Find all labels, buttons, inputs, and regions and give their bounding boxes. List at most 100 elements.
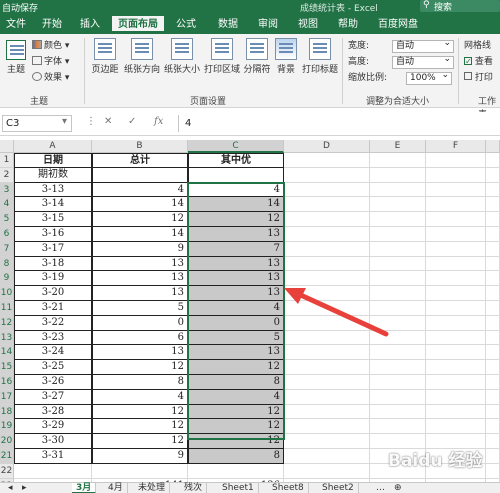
tab-formulas[interactable]: 公式 (170, 16, 202, 33)
cell-c20[interactable]: 12 (188, 434, 284, 449)
cell-a15[interactable]: 3-25 (14, 360, 92, 375)
column-header-e[interactable]: E (370, 140, 426, 153)
cell-d19[interactable] (284, 419, 370, 435)
row-header[interactable]: 8 (0, 256, 14, 272)
cell-a11[interactable]: 3-21 (14, 301, 92, 316)
column-header-b[interactable]: B (92, 140, 188, 153)
row-header[interactable]: 18 (0, 404, 14, 420)
cell-g17[interactable] (486, 389, 500, 405)
insert-function-button[interactable]: fx (154, 116, 163, 127)
cell-c19[interactable]: 12 (188, 419, 284, 435)
cell-g3[interactable] (486, 182, 500, 198)
cell-c5[interactable]: 12 (188, 212, 284, 227)
cell-d1[interactable] (284, 153, 370, 168)
row-header[interactable]: 9 (0, 271, 14, 287)
cell-a22[interactable] (14, 463, 92, 479)
cell-a2[interactable]: 期初数 (14, 167, 92, 183)
tab-file[interactable]: 文件 (2, 16, 30, 33)
cell-a12[interactable]: 3-22 (14, 315, 92, 331)
cell-a9[interactable]: 3-19 (14, 271, 92, 287)
cell-e3[interactable] (370, 182, 426, 198)
cell-a5[interactable]: 3-15 (14, 212, 92, 227)
cell-f11[interactable] (426, 301, 486, 316)
add-sheet-icon[interactable]: ⊕ (390, 483, 406, 493)
cell-e18[interactable] (370, 404, 426, 420)
colors-button[interactable]: 颜色 ▾ (32, 40, 69, 53)
cell-b22[interactable] (92, 463, 188, 479)
row-header[interactable]: 15 (0, 360, 14, 375)
row-header[interactable]: 12 (0, 315, 14, 331)
cell-d13[interactable] (284, 330, 370, 346)
cell-a14[interactable]: 3-24 (14, 345, 92, 361)
cell-f6[interactable] (426, 227, 486, 242)
cell-e21[interactable] (370, 449, 426, 464)
cell-g21[interactable] (486, 449, 500, 464)
cell-g14[interactable] (486, 345, 500, 361)
cell-b14[interactable]: 13 (92, 345, 188, 361)
cancel-icon[interactable]: ✕ (104, 116, 112, 127)
cell-c4[interactable]: 14 (188, 197, 284, 213)
cell-e6[interactable] (370, 227, 426, 242)
cell-f18[interactable] (426, 404, 486, 420)
cell-c3[interactable]: 4 (188, 182, 284, 198)
cell-e5[interactable] (370, 212, 426, 227)
cell-e12[interactable] (370, 315, 426, 331)
cell-g8[interactable] (486, 256, 500, 272)
cell-c16[interactable]: 8 (188, 375, 284, 390)
cell-a17[interactable]: 3-27 (14, 389, 92, 405)
tab-data[interactable]: 数据 (212, 16, 244, 33)
cell-b1[interactable]: 总计 (92, 153, 188, 168)
cell-d17[interactable] (284, 389, 370, 405)
cell-a1[interactable]: 日期 (14, 153, 92, 168)
formula-input[interactable]: 4 (178, 115, 498, 132)
cell-c11[interactable]: 4 (188, 301, 284, 316)
search-box[interactable]: ⚲ 搜索 (420, 0, 500, 13)
cell-b6[interactable]: 14 (92, 227, 188, 242)
scroll-left-icon[interactable]: ◂ (4, 483, 17, 493)
cell-g16[interactable] (486, 375, 500, 390)
row-header[interactable]: 14 (0, 345, 14, 361)
cell-d7[interactable] (284, 241, 370, 257)
cell-c14[interactable]: 13 (188, 345, 284, 361)
cell-d18[interactable] (284, 404, 370, 420)
cell-d22[interactable] (284, 463, 370, 479)
autosave-label[interactable]: 自动保存 (2, 1, 38, 14)
cell-f16[interactable] (426, 375, 486, 390)
cell-e4[interactable] (370, 197, 426, 213)
cell-e17[interactable] (370, 389, 426, 405)
cell-f17[interactable] (426, 389, 486, 405)
height-select[interactable]: 自动 (392, 54, 454, 69)
cell-c18[interactable]: 12 (188, 404, 284, 420)
cell-f1[interactable] (426, 153, 486, 168)
fonts-button[interactable]: 字体 ▾ (32, 56, 69, 69)
row-header[interactable]: 22 (0, 463, 14, 479)
cell-e20[interactable] (370, 434, 426, 449)
cell-a20[interactable]: 3-30 (14, 434, 92, 449)
cell-e11[interactable] (370, 301, 426, 316)
cell-a8[interactable]: 3-18 (14, 256, 92, 272)
cell-f9[interactable] (426, 271, 486, 287)
cell-d21[interactable] (284, 449, 370, 464)
cell-f5[interactable] (426, 212, 486, 227)
column-header-g[interactable] (486, 140, 500, 153)
cell-b13[interactable]: 6 (92, 330, 188, 346)
cell-e10[interactable] (370, 286, 426, 301)
cell-g18[interactable] (486, 404, 500, 420)
cell-c9[interactable]: 13 (188, 271, 284, 287)
cell-c22[interactable] (188, 463, 284, 479)
cell-g22[interactable] (486, 463, 500, 479)
cell-c2[interactable] (188, 167, 284, 183)
tab-insert[interactable]: 插入 (74, 16, 106, 33)
cell-b7[interactable]: 9 (92, 241, 188, 257)
cell-c1[interactable]: 其中优 (188, 153, 284, 168)
print-area-button[interactable]: 打印区域 (202, 38, 242, 75)
cell-g13[interactable] (486, 330, 500, 346)
sheet-tab-sheet1[interactable]: Sheet1 (218, 483, 259, 493)
cell-b10[interactable]: 13 (92, 286, 188, 301)
row-header[interactable]: 20 (0, 434, 14, 449)
cell-d9[interactable] (284, 271, 370, 287)
sheet-tab-april[interactable]: 4月 (104, 483, 128, 493)
effects-button[interactable]: 效果 ▾ (32, 72, 69, 85)
cell-c15[interactable]: 12 (188, 360, 284, 375)
column-header-f[interactable]: F (426, 140, 486, 153)
